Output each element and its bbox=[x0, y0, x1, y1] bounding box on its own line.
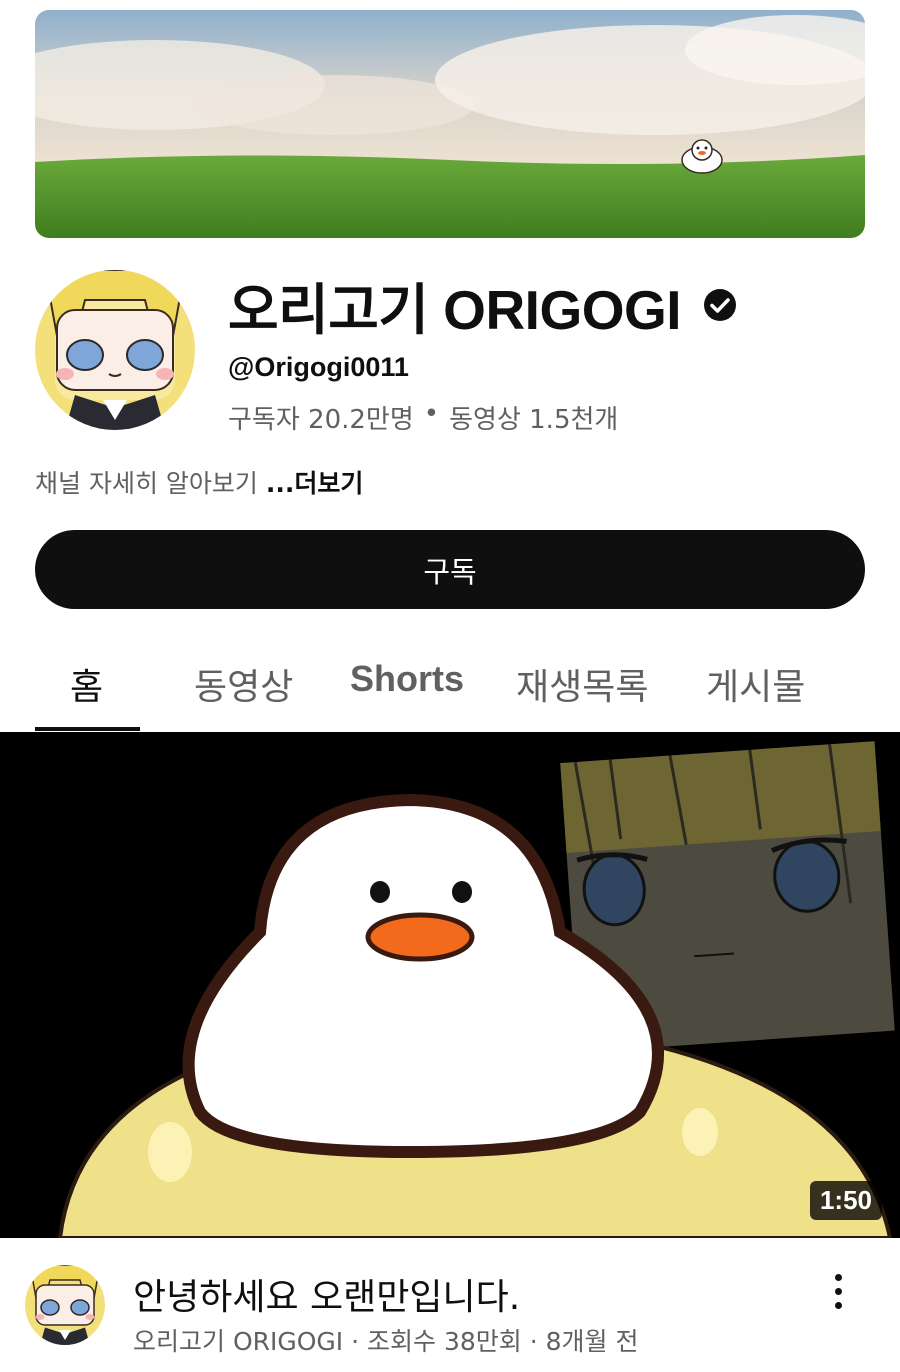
more-link[interactable]: ...더보기 bbox=[266, 469, 364, 498]
channel-description-text: 채널 자세히 알아보기 bbox=[35, 469, 258, 498]
channel-avatar[interactable] bbox=[35, 270, 195, 430]
featured-video-thumbnail[interactable]: 1:50 bbox=[0, 732, 900, 1238]
kebab-dot bbox=[834, 1301, 842, 1309]
tab-playlists[interactable]: 재생목록 bbox=[516, 658, 648, 710]
channel-tabs: 홈 동영상 Shorts 재생목록 게시물 bbox=[0, 640, 900, 732]
subscribe-button[interactable]: 구독 bbox=[35, 530, 865, 609]
active-tab-indicator bbox=[35, 727, 140, 731]
video-meta: 오리고기 ORIGOGI · 조회수 38만회 · 8개월 전 bbox=[133, 1327, 639, 1356]
video-title[interactable]: 안녕하세요 오랜만입니다. bbox=[133, 1268, 520, 1320]
tab-posts[interactable]: 게시물 bbox=[706, 658, 805, 710]
tab-videos[interactable]: 동영상 bbox=[194, 658, 293, 710]
video-duration-badge: 1:50 bbox=[809, 1181, 882, 1220]
subscriber-count: 구독자 20.2만명 bbox=[228, 405, 414, 435]
verified-check-icon bbox=[703, 288, 737, 322]
video-count: 동영상 1.5천개 bbox=[449, 405, 619, 435]
tab-home[interactable]: 홈 bbox=[70, 658, 103, 710]
kebab-dot bbox=[834, 1287, 842, 1295]
channel-stats: 구독자 20.2만명 • 동영상 1.5천개 bbox=[228, 399, 618, 436]
channel-description[interactable]: 채널 자세히 알아보기 ...더보기 bbox=[35, 464, 363, 500]
tab-shorts[interactable]: Shorts bbox=[350, 658, 464, 700]
channel-title-row: 오리고기 ORIGOGI bbox=[228, 272, 737, 341]
stats-separator: • bbox=[423, 399, 440, 429]
channel-banner bbox=[35, 10, 865, 238]
kebab-dot bbox=[834, 1273, 842, 1281]
channel-name: 오리고기 ORIGOGI bbox=[228, 279, 682, 341]
more-vert-icon[interactable] bbox=[820, 1268, 856, 1314]
channel-handle: @Origogi0011 bbox=[228, 352, 409, 382]
video-channel-avatar[interactable] bbox=[25, 1265, 105, 1345]
